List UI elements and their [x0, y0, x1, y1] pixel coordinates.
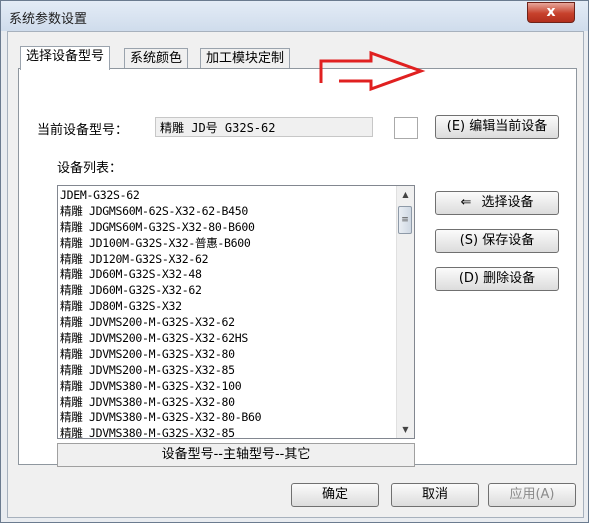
ok-button[interactable]: 确定 [291, 483, 379, 507]
device-list-item[interactable]: 精雕 JDGMS60M-G32S-X32-80-B600 [60, 219, 396, 235]
device-list-item[interactable]: 精雕 JDVMS200-M-G32S-X32-85 [60, 362, 396, 378]
edit-device-button[interactable]: (E) 编辑当前设备 [435, 115, 559, 139]
scroll-up-icon[interactable]: ▲ [397, 186, 414, 203]
current-device-field: 精雕 JD号 G32S-62 [155, 117, 373, 137]
close-icon: x [546, 4, 556, 20]
device-listbox[interactable]: JDEM-G32S-62 精雕 JDGMS60M-62S-X32-62-B450 精… [57, 185, 415, 439]
arrow-left-icon: ⇐ [460, 195, 472, 210]
device-list-item[interactable]: 精雕 JDVMS200-M-G32S-X32-62 [60, 314, 396, 330]
device-list-item[interactable]: 精雕 JDVMS380-M-G32S-X32-100 [60, 378, 396, 394]
device-list-item[interactable]: 精雕 JD120M-G32S-X32-62 [60, 251, 396, 267]
list-format-hint: 设备型号--主轴型号--其它 [57, 443, 415, 467]
device-list-item[interactable]: 精雕 JD60M-G32S-X32-62 [60, 282, 396, 298]
tab-system-colors[interactable]: 系统颜色 [124, 48, 189, 69]
device-list-item[interactable]: 精雕 JDVMS200-M-G32S-X32-80 [60, 346, 396, 362]
current-device-label: 当前设备型号： [37, 123, 129, 138]
device-list-item[interactable]: 精雕 JD80M-G32S-X32 [60, 298, 396, 314]
device-list-item[interactable]: JDEM-G32S-62 [60, 187, 396, 203]
device-list-label: 设备列表： [57, 161, 123, 176]
close-button[interactable]: x [527, 2, 575, 23]
select-device-label: 选择设备 [481, 195, 534, 210]
tab-select-device[interactable]: 选择设备型号 [20, 46, 111, 70]
device-list-item[interactable]: 精雕 JDVMS200-M-G32S-X32-62HS [60, 330, 396, 346]
settings-window: 系统参数设置 x 选择设备型号 系统颜色 加工模块定制 当前设备型号： 精雕 J… [0, 0, 589, 523]
select-device-button[interactable]: ⇐ 选择设备 [435, 191, 559, 215]
dialog-body: 选择设备型号 系统颜色 加工模块定制 当前设备型号： 精雕 JD号 G32S-6… [7, 31, 584, 518]
device-list-item[interactable]: 精雕 JDVMS380-M-G32S-X32-80-B60 [60, 409, 396, 425]
cancel-button[interactable]: 取消 [391, 483, 479, 507]
annotation-arrow-icon [319, 50, 426, 92]
device-list-item[interactable]: 精雕 JD60M-G32S-X32-48 [60, 266, 396, 282]
save-device-button[interactable]: (S) 保存设备 [435, 229, 559, 253]
scroll-thumb[interactable]: ≡ [398, 206, 412, 234]
apply-button[interactable]: 应用(A) [488, 483, 576, 507]
tab-machining-modules[interactable]: 加工模块定制 [200, 48, 291, 69]
device-list-item[interactable]: 精雕 JDVMS380-M-G32S-X32-85 [60, 425, 396, 438]
delete-device-button[interactable]: (D) 删除设备 [435, 267, 559, 291]
device-list-item[interactable]: 精雕 JDVMS380-M-G32S-X32-80 [60, 394, 396, 410]
device-list-items: JDEM-G32S-62 精雕 JDGMS60M-62S-X32-62-B450 精… [60, 187, 396, 438]
device-list-item[interactable]: 精雕 JD100M-G32S-X32-普惠-B600 [60, 235, 396, 251]
scroll-down-icon[interactable]: ▼ [397, 421, 414, 438]
window-title: 系统参数设置 [9, 12, 88, 27]
title-bar[interactable]: 系统参数设置 x [1, 1, 588, 31]
tab-panel: 当前设备型号： 精雕 JD号 G32S-62 (E) 编辑当前设备 设备列表： … [18, 68, 577, 467]
current-device-indicator [394, 117, 418, 139]
device-list-item[interactable]: 精雕 JDGMS60M-62S-X32-62-B450 [60, 203, 396, 219]
list-scrollbar[interactable]: ▲ ≡ ▼ [396, 186, 414, 438]
